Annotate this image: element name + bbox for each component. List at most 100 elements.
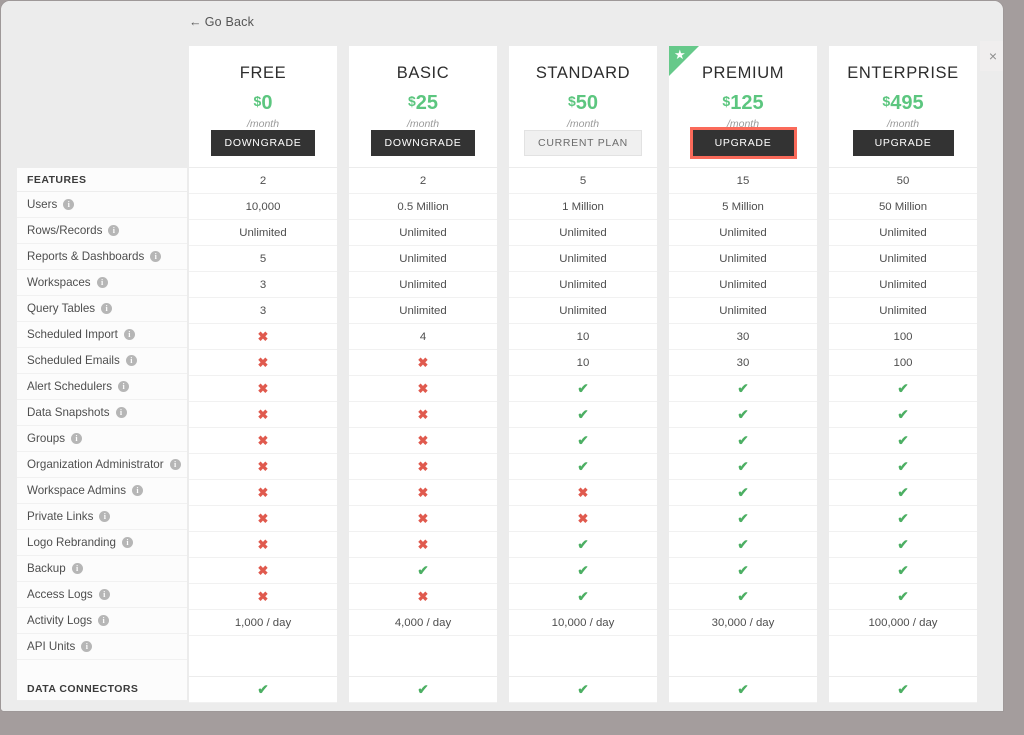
info-icon[interactable]: i xyxy=(132,485,143,496)
plan-value-cell: ✔ xyxy=(829,677,977,703)
check-icon: ✔ xyxy=(897,589,908,605)
plan-value-cell: Unlimited xyxy=(349,298,497,324)
plan-action-button[interactable]: DOWNGRADE xyxy=(371,130,476,156)
feature-row: Scheduled Import i xyxy=(17,322,187,348)
feature-row: Alert Schedulers i xyxy=(17,374,187,400)
info-icon[interactable]: i xyxy=(101,303,112,314)
plan-value-cell: ✔ xyxy=(669,376,817,402)
feature-label: Rows/Records xyxy=(27,224,102,237)
check-icon: ✔ xyxy=(577,563,588,579)
cross-icon: ✖ xyxy=(578,485,589,501)
plan-column-premium: ★PREMIUM$125/monthUPGRADE155 MillionUnli… xyxy=(669,46,817,703)
close-button[interactable]: × xyxy=(980,41,1004,71)
plan-value-cell: ✖ xyxy=(189,506,337,532)
feature-label: Workspace Admins xyxy=(27,484,126,497)
info-icon[interactable]: i xyxy=(150,251,161,262)
info-icon[interactable]: i xyxy=(72,563,83,574)
plan-value-cell: ✔ xyxy=(829,376,977,402)
plan-value-text: 0.5 Million xyxy=(397,201,448,213)
plan-value-rows: 20.5 MillionUnlimitedUnlimitedUnlimitedU… xyxy=(349,167,497,703)
info-icon[interactable]: i xyxy=(97,277,108,288)
feature-row: Logo Rebranding i xyxy=(17,530,187,556)
feature-label: Reports & Dashboards xyxy=(27,250,144,263)
plan-action-button[interactable]: DOWNGRADE xyxy=(211,130,316,156)
info-icon[interactable]: i xyxy=(99,511,110,522)
cross-icon: ✖ xyxy=(418,381,429,397)
info-icon[interactable]: i xyxy=(71,433,82,444)
plan-value-cell: 3 xyxy=(189,272,337,298)
check-icon: ✔ xyxy=(897,407,908,423)
feature-row: Access Logsi xyxy=(17,582,187,608)
check-icon: ✔ xyxy=(737,485,748,501)
plan-value-cell: ✔ xyxy=(669,558,817,584)
plan-value-text: Unlimited xyxy=(399,305,446,317)
plan-value-text: 1,000 / day xyxy=(235,617,291,629)
plan-value-cell: ✔ xyxy=(189,677,337,703)
plan-spacer xyxy=(349,636,497,653)
check-icon: ✔ xyxy=(897,682,908,698)
feature-label: Scheduled Import xyxy=(27,328,118,341)
plan-value-cell: ✖ xyxy=(509,480,657,506)
plan-value-cell: 4,000 / day xyxy=(349,610,497,636)
plan-value-text: Unlimited xyxy=(399,227,446,239)
feature-label: Alert Schedulers xyxy=(27,380,112,393)
info-icon[interactable]: i xyxy=(63,199,74,210)
go-back-link[interactable]: ←Go Back xyxy=(189,15,254,29)
info-icon[interactable]: i xyxy=(108,225,119,236)
cross-icon: ✖ xyxy=(418,537,429,553)
plan-period: /month xyxy=(669,118,817,130)
plan-value-cell: ✔ xyxy=(509,376,657,402)
check-icon: ✔ xyxy=(577,433,588,449)
plan-value-text: Unlimited xyxy=(559,279,606,291)
check-icon: ✔ xyxy=(737,589,748,605)
plan-button-wrap: DOWNGRADE xyxy=(189,130,337,167)
info-icon[interactable]: i xyxy=(118,381,129,392)
feature-row: Usersi xyxy=(17,192,187,218)
plan-value-cell: 10 xyxy=(509,324,657,350)
plan-value-text: Unlimited xyxy=(559,253,606,265)
cross-icon: ✖ xyxy=(418,485,429,501)
plan-action-button[interactable]: UPGRADE xyxy=(853,130,954,156)
check-icon: ✔ xyxy=(737,511,748,527)
info-icon[interactable]: i xyxy=(98,615,109,626)
plan-value-cell: Unlimited xyxy=(669,298,817,324)
plan-value-text: Unlimited xyxy=(879,227,926,239)
plan-value-cell: 5 xyxy=(509,168,657,194)
plan-value-text: 4 xyxy=(420,331,426,343)
feature-row: Private Links i xyxy=(17,504,187,530)
feature-label: Private Links xyxy=(27,510,93,523)
info-icon[interactable]: i xyxy=(170,459,181,470)
feature-label: Logo Rebranding xyxy=(27,536,116,549)
check-icon: ✔ xyxy=(737,682,748,698)
plan-value-text: 3 xyxy=(260,305,266,317)
plan-spacer xyxy=(829,636,977,653)
check-icon: ✔ xyxy=(737,407,748,423)
plan-header: FREE$0/monthDOWNGRADE xyxy=(189,46,337,167)
info-icon[interactable]: i xyxy=(124,329,135,340)
plan-value-cell: ✔ xyxy=(509,428,657,454)
plan-value-cell: ✔ xyxy=(669,677,817,703)
plan-value-cell: Unlimited xyxy=(829,272,977,298)
info-icon[interactable]: i xyxy=(81,641,92,652)
cross-icon: ✖ xyxy=(258,459,269,475)
plan-value-cell: Unlimited xyxy=(829,298,977,324)
plan-section-gap xyxy=(829,653,977,677)
check-icon: ✔ xyxy=(737,563,748,579)
cross-icon: ✖ xyxy=(258,433,269,449)
info-icon[interactable]: i xyxy=(122,537,133,548)
plan-value-text: Unlimited xyxy=(879,279,926,291)
plan-value-cell: ✔ xyxy=(509,584,657,610)
plan-value-text: Unlimited xyxy=(559,305,606,317)
plan-value-cell: ✖ xyxy=(349,480,497,506)
plan-action-button[interactable]: CURRENT PLAN xyxy=(524,130,642,156)
cross-icon: ✖ xyxy=(258,485,269,501)
plan-action-button[interactable]: UPGRADE xyxy=(693,130,794,156)
info-icon[interactable]: i xyxy=(99,589,110,600)
plan-value-cell: ✖ xyxy=(189,558,337,584)
plan-price: $495 xyxy=(829,93,977,113)
cross-icon: ✖ xyxy=(258,563,269,579)
info-icon[interactable]: i xyxy=(116,407,127,418)
info-icon[interactable]: i xyxy=(126,355,137,366)
cross-icon: ✖ xyxy=(258,537,269,553)
price-amount: 125 xyxy=(730,92,763,114)
